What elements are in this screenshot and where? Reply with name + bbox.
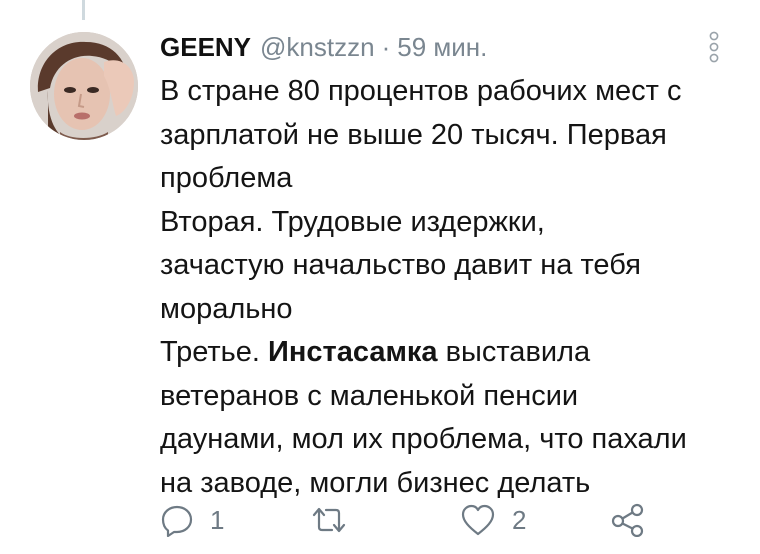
author-name[interactable]: GEENY xyxy=(160,32,251,63)
tweet-text-line: проблема xyxy=(160,162,293,194)
more-options-icon[interactable] xyxy=(706,30,722,64)
tweet-text: В стране 80 процентов рабочих мест с зар… xyxy=(160,70,750,505)
avatar-image xyxy=(30,32,138,140)
tweet-actions: 1 2 xyxy=(160,498,720,542)
bold-mention: Инстасамка xyxy=(268,336,438,368)
author-handle[interactable]: @knstzzn xyxy=(260,32,375,63)
share-button[interactable] xyxy=(610,498,662,542)
retweet-button[interactable] xyxy=(310,498,364,542)
tweet-text-line: зачастую начальство давит на тебя xyxy=(160,249,641,281)
tweet-text-line: ветеранов с маленькой пенсии xyxy=(160,379,579,412)
tweet-text-line: Вторая. Трудовые издержки, xyxy=(160,205,545,238)
tweet-timestamp[interactable]: 59 мин. xyxy=(397,32,487,63)
tweet-text-line: В стране 80 процентов рабочих мест с xyxy=(160,75,682,107)
reply-button[interactable]: 1 xyxy=(160,498,224,542)
tweet-text-line: даунами, мол их проблема, что пахали xyxy=(160,423,687,455)
retweet-icon xyxy=(312,507,346,533)
reply-icon xyxy=(161,505,193,537)
tweet-text-line: Третье. Инстасамка выставила xyxy=(160,331,750,375)
like-button[interactable]: 2 xyxy=(460,498,526,542)
avatar[interactable] xyxy=(30,32,138,140)
like-count: 2 xyxy=(512,504,527,535)
header-separator: · xyxy=(381,31,391,62)
tweet-text-segment: Третье. xyxy=(160,336,269,368)
tweet-header: GEENY @knstzzn · 59 мин. xyxy=(160,30,487,64)
tweet-text-line: морально xyxy=(160,292,293,325)
tweet-text-line: зарплатой не выше 20 тысяч. Первая xyxy=(160,118,667,151)
heart-icon xyxy=(461,504,495,536)
share-icon xyxy=(611,503,644,537)
thread-connector-line xyxy=(82,0,85,20)
reply-count: 1 xyxy=(210,504,225,535)
tweet-text-segment: выставила xyxy=(437,336,591,368)
